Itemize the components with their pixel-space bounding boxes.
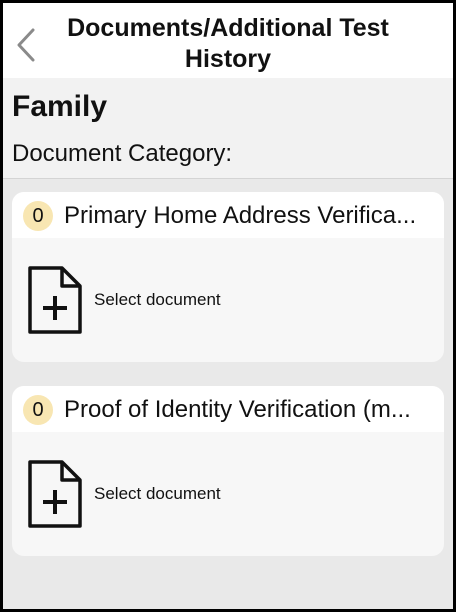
category-card-home-address: 0 Primary Home Address Verifica... Selec… (12, 192, 444, 362)
document-count-badge: 0 (23, 201, 53, 231)
add-document-icon (28, 460, 82, 528)
select-document-label: Select document (94, 290, 221, 309)
category-title: Primary Home Address Verifica... (64, 202, 417, 229)
document-count-badge: 0 (23, 395, 53, 425)
category-card-identity: 0 Proof of Identity Verification (m... S… (12, 386, 444, 556)
family-section-header: Family Document Category: (3, 78, 453, 179)
add-document-icon (28, 266, 82, 334)
select-document-button[interactable]: Select document (26, 264, 326, 336)
select-document-button[interactable]: Select document (26, 458, 326, 530)
section-title: Family (12, 90, 108, 123)
card-header: 0 Primary Home Address Verifica... (12, 192, 444, 238)
category-title: Proof of Identity Verification (m... (64, 396, 411, 423)
back-button[interactable] (11, 25, 41, 65)
app-screen: Documents/Additional Test History Family… (3, 3, 453, 609)
card-header: 0 Proof of Identity Verification (m... (12, 386, 444, 432)
page-title: Documents/Additional Test History (67, 14, 389, 73)
select-document-label: Select document (94, 484, 221, 503)
nav-header: Documents/Additional Test History (3, 3, 453, 78)
chevron-left-icon (17, 28, 35, 62)
document-category-label: Document Category: (12, 140, 233, 167)
